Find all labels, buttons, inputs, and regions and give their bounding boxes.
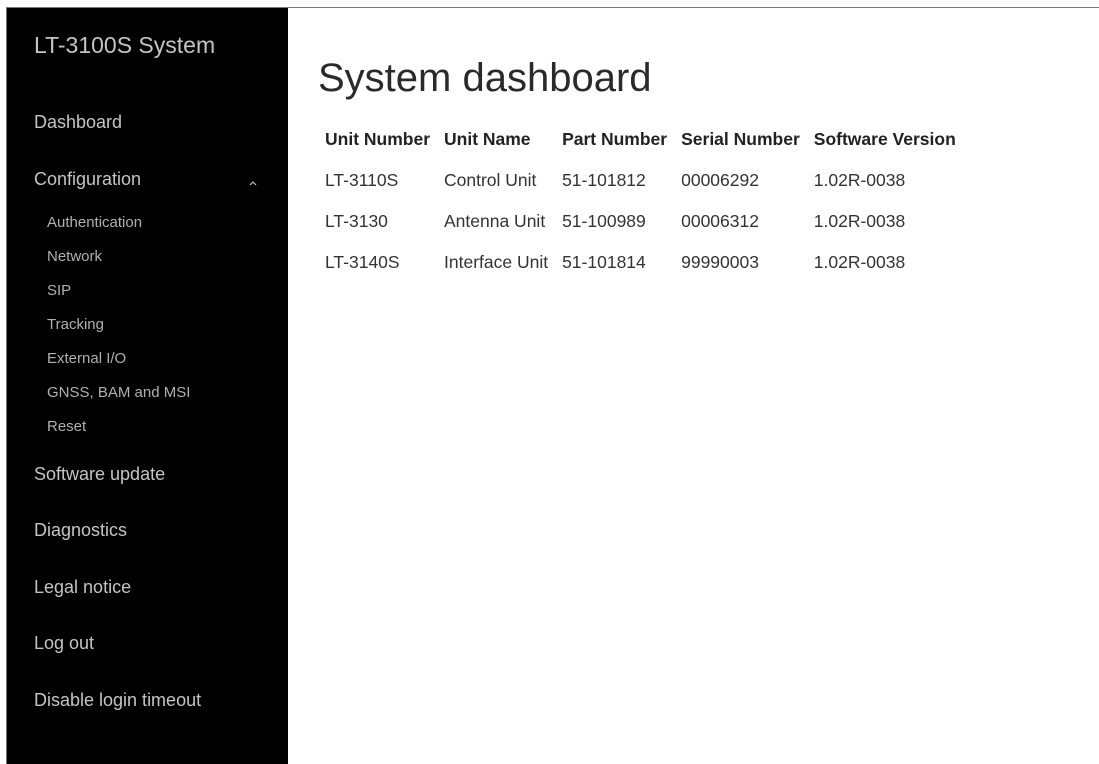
cell-unit-number: LT-3110S: [325, 170, 399, 190]
cell-software-version: 1.02R-0038: [813, 252, 906, 272]
page-title: System dashboard: [318, 56, 652, 100]
sidebar-item-log-out[interactable]: Log out: [34, 633, 94, 654]
cell-unit-name: Interface Unit: [444, 252, 549, 272]
sidebar-item-legal-notice[interactable]: Legal notice: [34, 577, 131, 598]
sidebar-item-software-update[interactable]: Software update: [34, 464, 165, 485]
sidebar-subitem-gnss-bam-msi[interactable]: GNSS, BAM and MSI: [47, 384, 190, 401]
column-header-unit-number: Unit Number: [325, 129, 430, 149]
cell-unit-name: Antenna Unit: [444, 211, 546, 231]
sidebar-subitem-sip[interactable]: SIP: [47, 282, 71, 299]
sidebar-subitem-reset[interactable]: Reset: [47, 418, 86, 435]
cell-part-number: 51-100989: [562, 211, 646, 231]
table-row: LT-3110S Control Unit 51-101812 00006292…: [318, 160, 963, 201]
table-row: LT-3140S Interface Unit 51-101814 999900…: [318, 242, 963, 283]
cell-unit-number: LT-3130: [325, 211, 388, 231]
sidebar-item-configuration[interactable]: Configuration: [34, 169, 141, 190]
cell-software-version: 1.02R-0038: [813, 170, 906, 190]
cell-serial-number: 99990003: [681, 252, 759, 272]
sidebar-item-diagnostics[interactable]: Diagnostics: [34, 520, 127, 541]
chevron-up-icon[interactable]: [248, 178, 258, 188]
sidebar-item-dashboard[interactable]: Dashboard: [34, 112, 122, 133]
cell-part-number: 51-101814: [562, 252, 646, 272]
table-row: LT-3130 Antenna Unit 51-100989 00006312 …: [318, 201, 963, 242]
column-header-unit-name: Unit Name: [444, 129, 531, 149]
sidebar-item-disable-login-timeout[interactable]: Disable login timeout: [34, 690, 201, 711]
sidebar-subitem-external-io[interactable]: External I/O: [47, 350, 126, 367]
table-header-row: Unit Number Unit Name Part Number Serial…: [318, 125, 963, 160]
cell-unit-number: LT-3140S: [325, 252, 400, 272]
cell-part-number: 51-101812: [562, 170, 646, 190]
cell-serial-number: 00006292: [681, 170, 759, 190]
sidebar-subitem-network[interactable]: Network: [47, 248, 102, 265]
sidebar-subitem-tracking[interactable]: Tracking: [47, 316, 104, 333]
sidebar-subitem-authentication[interactable]: Authentication: [47, 214, 142, 231]
cell-unit-name: Control Unit: [444, 170, 537, 190]
units-table: Unit Number Unit Name Part Number Serial…: [318, 125, 963, 283]
column-header-software-version: Software Version: [813, 129, 956, 149]
cell-software-version: 1.02R-0038: [813, 211, 906, 231]
main-content: System dashboard Unit Number Unit Name P…: [288, 8, 1099, 764]
brand-title: LT-3100S System: [34, 32, 216, 58]
sidebar: LT-3100S System Dashboard Configuration …: [7, 8, 288, 764]
column-header-serial-number: Serial Number: [681, 129, 800, 149]
column-header-part-number: Part Number: [562, 129, 668, 149]
cell-serial-number: 00006312: [681, 211, 759, 231]
